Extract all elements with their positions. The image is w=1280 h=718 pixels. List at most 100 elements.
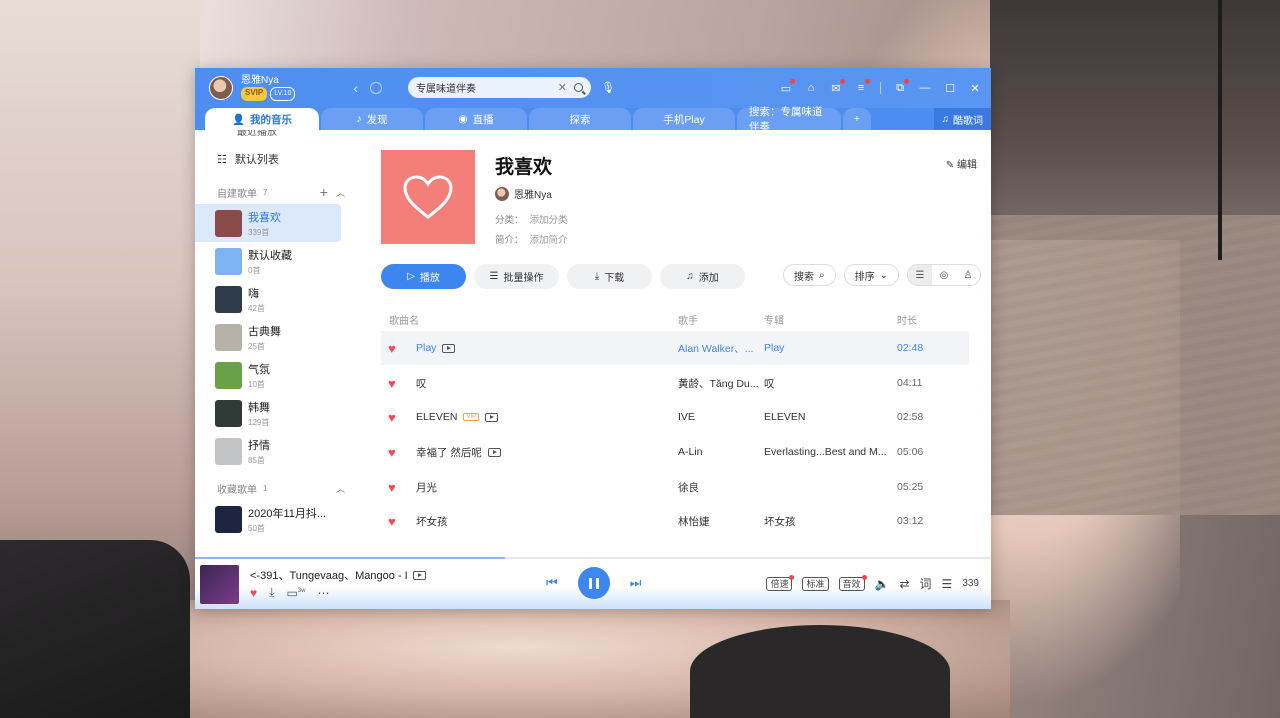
table-row[interactable]: ♥ 幸福了 然后呢 A-Lin Everlasting...Best and M… bbox=[381, 435, 969, 469]
collapse-icon[interactable]: ︿ bbox=[336, 186, 345, 199]
playlist-item[interactable]: 默认收藏 0首 bbox=[195, 242, 341, 280]
created-playlists-header[interactable]: 自建歌单 7 + ︿ bbox=[195, 180, 357, 204]
playlist-item[interactable]: 我喜欢 339首 bbox=[195, 204, 341, 242]
column-header-name[interactable]: 歌曲名 bbox=[389, 310, 649, 328]
sidebar-item-default-list[interactable]: ☷ 默认列表 bbox=[195, 144, 357, 174]
liked-heart-icon[interactable]: ♥ bbox=[388, 366, 402, 400]
song-album[interactable]: 坏女孩 bbox=[764, 504, 890, 538]
table-row[interactable]: ♥ 月光 徐良 05:25 bbox=[381, 470, 969, 504]
minimize-icon[interactable]: — bbox=[919, 82, 931, 94]
speed-button[interactable]: 倍速 bbox=[766, 574, 795, 591]
tab-discover[interactable]: ♪ 发现 bbox=[321, 108, 423, 130]
column-header-artist[interactable]: 歌手 bbox=[678, 310, 758, 328]
sound-effect-button[interactable]: 音效 bbox=[838, 574, 867, 591]
table-row[interactable]: ♥ 坏女孩 林怡婕 坏女孩 03:12 bbox=[381, 504, 969, 538]
lyrics-button[interactable]: 词 bbox=[920, 575, 932, 592]
mv-icon[interactable] bbox=[412, 570, 426, 580]
mini-mode-icon[interactable]: ⧉ bbox=[894, 78, 909, 95]
playlist-owner[interactable]: 恩雅Nya bbox=[495, 186, 552, 201]
next-track-icon[interactable]: ⏭ bbox=[630, 575, 642, 591]
playlist-item[interactable]: 嗨 42首 bbox=[195, 280, 341, 318]
collected-playlists-header[interactable]: 收藏歌单 1 ︿ bbox=[195, 476, 357, 500]
column-header-album[interactable]: 专辑 bbox=[764, 310, 890, 328]
song-name[interactable]: ELEVEN bbox=[416, 411, 457, 423]
song-name[interactable]: 叹 bbox=[416, 376, 427, 391]
liked-heart-icon[interactable]: ♥ bbox=[388, 470, 402, 504]
mv-icon[interactable] bbox=[485, 412, 499, 422]
song-name[interactable]: 月光 bbox=[416, 480, 437, 495]
song-artist[interactable]: 林怡婕 bbox=[678, 504, 758, 538]
add-button[interactable]: ♫ 添加 bbox=[660, 264, 745, 289]
playlist-item[interactable]: 气氛 10首 bbox=[195, 356, 341, 394]
tab-search-result[interactable]: 搜索：专属味道伴奏 bbox=[737, 106, 841, 133]
download-button[interactable]: ⤓ 下载 bbox=[567, 264, 652, 289]
more-icon[interactable]: ⋯ bbox=[317, 586, 329, 600]
lyric-button[interactable]: ♫ 酷歌词 bbox=[933, 108, 991, 130]
comment-icon[interactable]: ▭3w bbox=[286, 586, 305, 600]
song-album[interactable]: 叹 bbox=[764, 366, 890, 400]
user-avatar[interactable] bbox=[209, 76, 233, 100]
column-header-time[interactable]: 时长 bbox=[897, 310, 937, 328]
now-playing-cover[interactable] bbox=[200, 565, 239, 604]
user-info[interactable]: 恩雅Nya SVIP LV.10 bbox=[241, 75, 296, 101]
add-intro-link[interactable]: 添加简介 bbox=[530, 235, 568, 246]
skin-icon[interactable]: ⌂ bbox=[805, 82, 817, 94]
list-search-button[interactable]: 搜索 ⌕ bbox=[783, 264, 836, 286]
tab-explore[interactable]: 探索 bbox=[529, 108, 631, 130]
voice-search-icon[interactable]: 🎙 bbox=[601, 81, 615, 94]
playlist-item[interactable]: 抒情 85首 bbox=[195, 432, 341, 470]
album-view-icon[interactable]: ◎ bbox=[932, 265, 956, 285]
liked-heart-icon[interactable]: ♥ bbox=[388, 331, 402, 365]
now-playing-title[interactable]: <-391、Tungevaag、Mangoo - I bbox=[250, 567, 426, 583]
mv-icon[interactable] bbox=[442, 343, 456, 353]
close-icon[interactable]: ✕ bbox=[969, 82, 981, 95]
song-name[interactable]: Play bbox=[416, 342, 436, 354]
liked-heart-icon[interactable]: ♥ bbox=[388, 435, 402, 469]
table-row[interactable]: ♥ Play Alan Walker、... Play 02:48 bbox=[381, 331, 969, 365]
playlist-item[interactable]: 韩舞 129首 bbox=[195, 394, 341, 432]
volume-icon[interactable]: 🔈 bbox=[875, 577, 890, 591]
song-artist[interactable]: IVE bbox=[678, 400, 758, 434]
song-artist[interactable]: Alan Walker、... bbox=[678, 331, 758, 365]
tab-mobile-play[interactable]: 手机Play bbox=[633, 108, 735, 130]
sidebar-item-recent[interactable]: 最近播放 bbox=[195, 130, 357, 144]
back-arrow-icon[interactable]: ‹ bbox=[353, 80, 358, 96]
search-box[interactable]: 专属味道伴奏 ✕ bbox=[408, 77, 591, 98]
menu-icon[interactable]: ≡ bbox=[855, 79, 870, 94]
song-album[interactable]: ELEVEN bbox=[764, 400, 890, 434]
liked-heart-icon[interactable]: ♥ bbox=[388, 504, 402, 538]
collapse-icon[interactable]: ︿ bbox=[336, 482, 345, 495]
liked-heart-icon[interactable]: ♥ bbox=[388, 400, 402, 434]
tab-my-music[interactable]: 👤 我的音乐 bbox=[205, 108, 319, 130]
maximize-icon[interactable]: ☐ bbox=[944, 82, 956, 95]
refresh-icon[interactable] bbox=[370, 82, 383, 94]
sort-button[interactable]: 排序 ⌄ bbox=[843, 264, 899, 286]
download-icon[interactable]: ⤓ bbox=[269, 585, 274, 600]
playlist-item[interactable]: 古典舞 25首 bbox=[195, 318, 341, 356]
screen-icon[interactable]: ▭ bbox=[780, 78, 795, 95]
artist-view-icon[interactable]: ♙ bbox=[956, 265, 980, 285]
tab-live[interactable]: ◉ 直播 bbox=[425, 108, 527, 130]
song-album[interactable]: Play bbox=[764, 331, 890, 365]
table-row[interactable]: ♥ ELEVEN VIP IVE ELEVEN 02:58 bbox=[381, 400, 969, 434]
song-album[interactable]: Everlasting...Best and M... bbox=[764, 435, 890, 469]
add-category-link[interactable]: 添加分类 bbox=[530, 215, 568, 226]
song-artist[interactable]: A-Lin bbox=[678, 435, 758, 469]
song-artist[interactable]: 徐良 bbox=[678, 470, 758, 504]
repeat-icon[interactable]: ⇄ bbox=[899, 577, 909, 591]
song-name[interactable]: 幸福了 然后呢 bbox=[416, 445, 482, 460]
song-name[interactable]: 坏女孩 bbox=[416, 514, 448, 529]
like-heart-icon[interactable]: ♥ bbox=[250, 586, 257, 600]
previous-track-icon[interactable]: ⏮ bbox=[546, 575, 558, 591]
search-icon[interactable] bbox=[574, 83, 583, 92]
table-row[interactable]: ♥ 叹 黄龄、Tăng Du... 叹 04:11 bbox=[381, 366, 969, 400]
play-all-button[interactable]: ▷ 播放 bbox=[381, 264, 466, 289]
song-album[interactable] bbox=[764, 470, 890, 504]
playlist-queue-icon[interactable]: ☰ bbox=[942, 577, 953, 591]
list-view-icon[interactable]: ☰ bbox=[908, 265, 932, 285]
playlist-item[interactable]: 2020年11月抖... 50首 bbox=[195, 500, 341, 538]
song-artist[interactable]: 黄龄、Tăng Du... bbox=[678, 366, 758, 400]
mail-icon[interactable]: ✉ bbox=[830, 78, 845, 95]
batch-operation-button[interactable]: ☰ 批量操作 bbox=[474, 264, 559, 289]
quality-button[interactable]: 标准 bbox=[802, 576, 829, 591]
